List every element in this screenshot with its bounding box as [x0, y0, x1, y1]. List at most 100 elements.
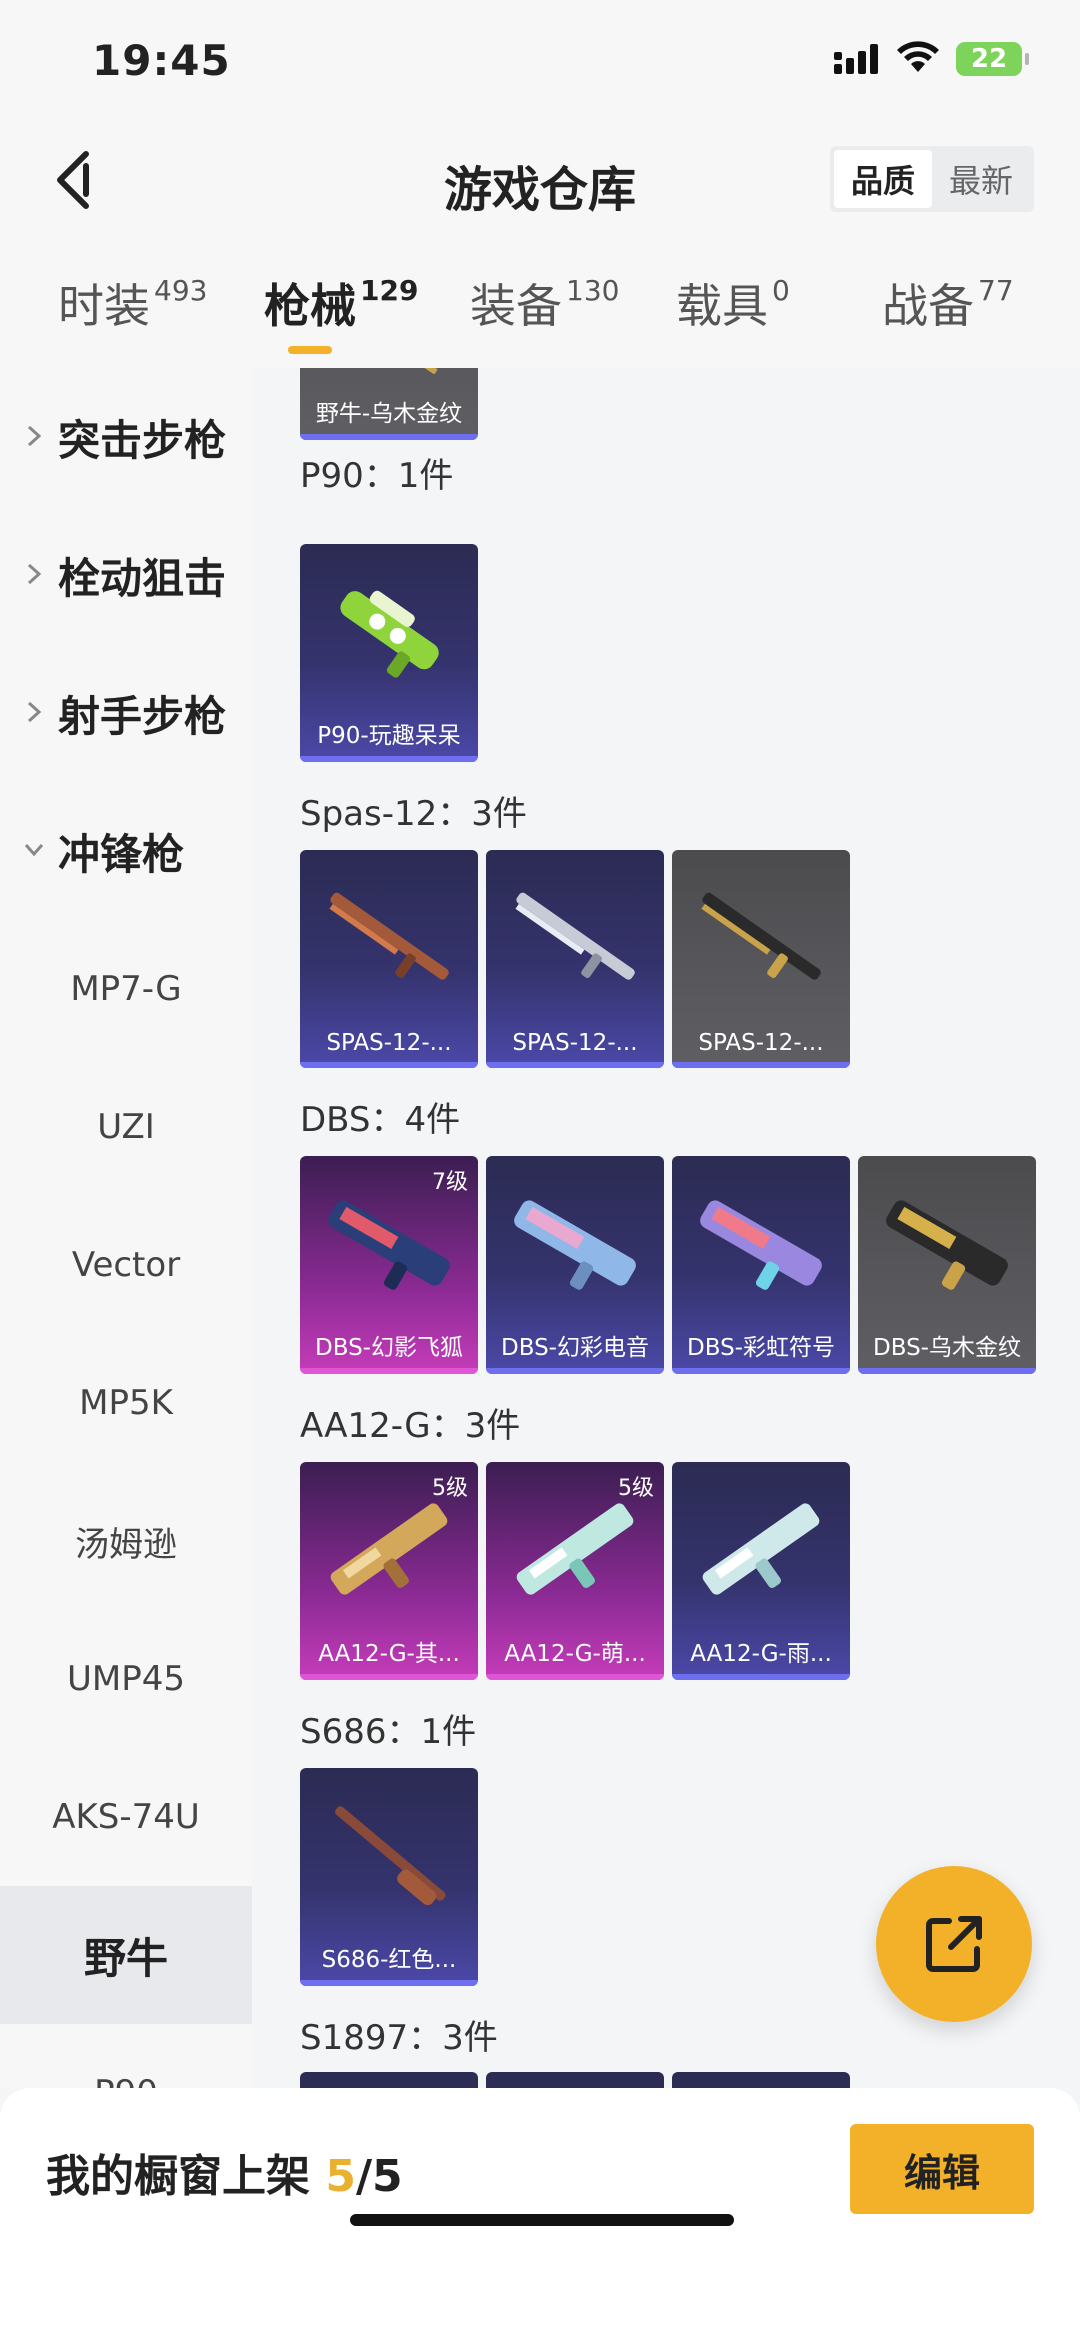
- rarity-bar: [672, 1674, 850, 1680]
- sidebar-item-vector[interactable]: Vector: [0, 1196, 252, 1334]
- weapon-image: [424, 368, 438, 374]
- weapon-image: [516, 1503, 634, 1595]
- showcase-total: /5: [355, 2151, 403, 2202]
- weapon-image: [701, 892, 821, 980]
- tab-label: 战备: [882, 279, 974, 333]
- rarity-bar: [300, 756, 478, 762]
- weapon-name: AA12-G-萌...: [504, 1641, 646, 1667]
- sidebar-cat-label: 栓动狙击: [58, 553, 227, 603]
- sidebar-cat-smg[interactable]: 冲锋枪: [0, 782, 252, 920]
- tab-indicator: [288, 346, 332, 354]
- sidebar-item-mp7g[interactable]: MP7-G: [0, 920, 252, 1058]
- tab-label: 时装: [58, 279, 150, 333]
- weapon-card[interactable]: P90-玩趣呆呆: [300, 544, 478, 762]
- sidebar-cat-label: 冲锋枪: [58, 829, 185, 879]
- tab-vehicles[interactable]: 载具 0: [676, 270, 790, 336]
- showcase-text: 我的橱窗上架: [46, 2151, 310, 2202]
- rarity-bar: [300, 1674, 478, 1680]
- sidebar-cat-label: 突击步枪: [58, 415, 227, 465]
- weapon-name: DBS-幻彩电音: [501, 1335, 649, 1361]
- sidebar-item-thompson[interactable]: 汤姆逊: [0, 1472, 252, 1610]
- weapon-card[interactable]: 5级 AA12-G-萌...: [486, 1462, 664, 1680]
- share-button[interactable]: [876, 1866, 1032, 2022]
- sort-quality-button[interactable]: 品质: [834, 150, 932, 208]
- weapon-card[interactable]: SPAS-12-...: [672, 850, 850, 1068]
- rarity-bar: [300, 1062, 478, 1068]
- rarity-bar: [672, 1062, 850, 1068]
- sidebar-cat-marksman-rifle[interactable]: 射手步枪: [0, 644, 252, 782]
- tab-label: 枪械: [264, 279, 356, 333]
- weapon-image: [886, 1200, 1008, 1290]
- sidebar-item-mp5k[interactable]: MP5K: [0, 1334, 252, 1472]
- weapon-name: DBS-彩虹符号: [687, 1335, 835, 1361]
- group-title: AA12-G：3件: [300, 1406, 521, 1446]
- group-title: Spas-12：3件: [300, 794, 527, 834]
- rarity-bar: [858, 1368, 1036, 1374]
- chevron-down-icon: [24, 844, 44, 857]
- weapon-card[interactable]: 野牛-乌木金纹: [300, 368, 478, 440]
- weapon-image: [515, 892, 635, 980]
- weapon-card[interactable]: [672, 2072, 850, 2088]
- rarity-bar: [486, 1062, 664, 1068]
- cellular-signal-icon: [834, 44, 878, 74]
- weapon-card[interactable]: DBS-幻彩电音: [486, 1156, 664, 1374]
- rarity-bar: [300, 1980, 478, 1986]
- chevron-right-icon: [27, 701, 42, 723]
- sidebar-item-p90[interactable]: P90: [0, 2024, 252, 2088]
- weapon-image: [700, 1200, 822, 1290]
- rarity-bar: [672, 1368, 850, 1374]
- weapon-name: 野牛-乌木金纹: [315, 401, 463, 427]
- weapon-card[interactable]: 5级 AA12-G-其...: [300, 1462, 478, 1680]
- weapon-name: S686-红色...: [321, 1947, 457, 1973]
- tab-count: 493: [154, 274, 208, 307]
- weapon-card[interactable]: [300, 2072, 478, 2088]
- rarity-bar: [300, 1368, 478, 1374]
- weapon-name: AA12-G-雨...: [690, 1641, 832, 1667]
- tab-count: 129: [360, 274, 419, 307]
- showcase-label: 我的橱窗上架 5/5: [46, 2140, 403, 2204]
- edit-button[interactable]: 编辑: [850, 2124, 1034, 2214]
- weapon-card[interactable]: AA12-G-雨...: [672, 1462, 850, 1680]
- weapon-name: DBS-乌木金纹: [873, 1335, 1021, 1361]
- sort-newest-button[interactable]: 最新: [932, 150, 1030, 208]
- status-bar: 19:45 22: [0, 0, 1080, 120]
- tab-firearms[interactable]: 枪械 129: [264, 270, 418, 336]
- tab-equipment[interactable]: 装备 130: [470, 270, 619, 336]
- chevron-right-icon: [27, 563, 42, 585]
- weapon-card[interactable]: SPAS-12-...: [486, 850, 664, 1068]
- sidebar-cat-bolt-sniper[interactable]: 栓动狙击: [0, 506, 252, 644]
- weapon-card[interactable]: 7级 DBS-幻影飞狐: [300, 1156, 478, 1374]
- weapon-card[interactable]: S686-红色...: [300, 1768, 478, 1986]
- weapon-name: SPAS-12-...: [326, 1030, 452, 1056]
- weapon-name: AA12-G-其...: [318, 1641, 460, 1667]
- weapon-name: P90-玩趣呆呆: [317, 723, 461, 749]
- weapon-card[interactable]: SPAS-12-...: [300, 850, 478, 1068]
- nav-header: 游戏仓库 品质 最新: [0, 120, 1080, 240]
- weapon-sidebar: 突击步枪 栓动狙击 射手步枪 冲锋枪 MP7-G UZI Vector MP5K…: [0, 368, 252, 2088]
- weapon-name: SPAS-12-...: [698, 1030, 824, 1056]
- weapon-card[interactable]: [486, 2072, 664, 2088]
- weapon-image: [702, 1503, 820, 1595]
- sidebar-item-bizon[interactable]: 野牛: [0, 1886, 252, 2024]
- weapon-name: SPAS-12-...: [512, 1030, 638, 1056]
- weapon-card[interactable]: DBS-彩虹符号: [672, 1156, 850, 1374]
- group-title: S686：1件: [300, 1712, 477, 1752]
- weapon-name: DBS-幻影飞狐: [315, 1335, 463, 1361]
- tab-fashion[interactable]: 时装 493: [58, 270, 207, 336]
- group-title: S1897：3件: [300, 2018, 498, 2058]
- wifi-icon: [897, 41, 939, 72]
- weapon-list: 野牛-乌木金纹 P90：1件 P90-玩趣呆呆 Spas-12：3件 SPAS-…: [252, 368, 1080, 2088]
- weapon-image: [328, 1200, 450, 1290]
- weapon-card[interactable]: DBS-乌木金纹: [858, 1156, 1036, 1374]
- rarity-bar: [486, 1368, 664, 1374]
- showcase-current: 5: [325, 2151, 356, 2202]
- tab-count: 0: [772, 274, 790, 307]
- sidebar-item-ump45[interactable]: UMP45: [0, 1610, 252, 1748]
- sidebar-item-uzi[interactable]: UZI: [0, 1058, 252, 1196]
- sidebar-item-aks74u[interactable]: AKS-74U: [0, 1748, 252, 1886]
- group-title: DBS：4件: [300, 1100, 461, 1140]
- tab-supplies[interactable]: 战备 77: [882, 270, 1014, 336]
- sidebar-cat-assault-rifle[interactable]: 突击步枪: [0, 368, 252, 506]
- rarity-bar: [486, 1674, 664, 1680]
- rarity-bar: [300, 434, 478, 440]
